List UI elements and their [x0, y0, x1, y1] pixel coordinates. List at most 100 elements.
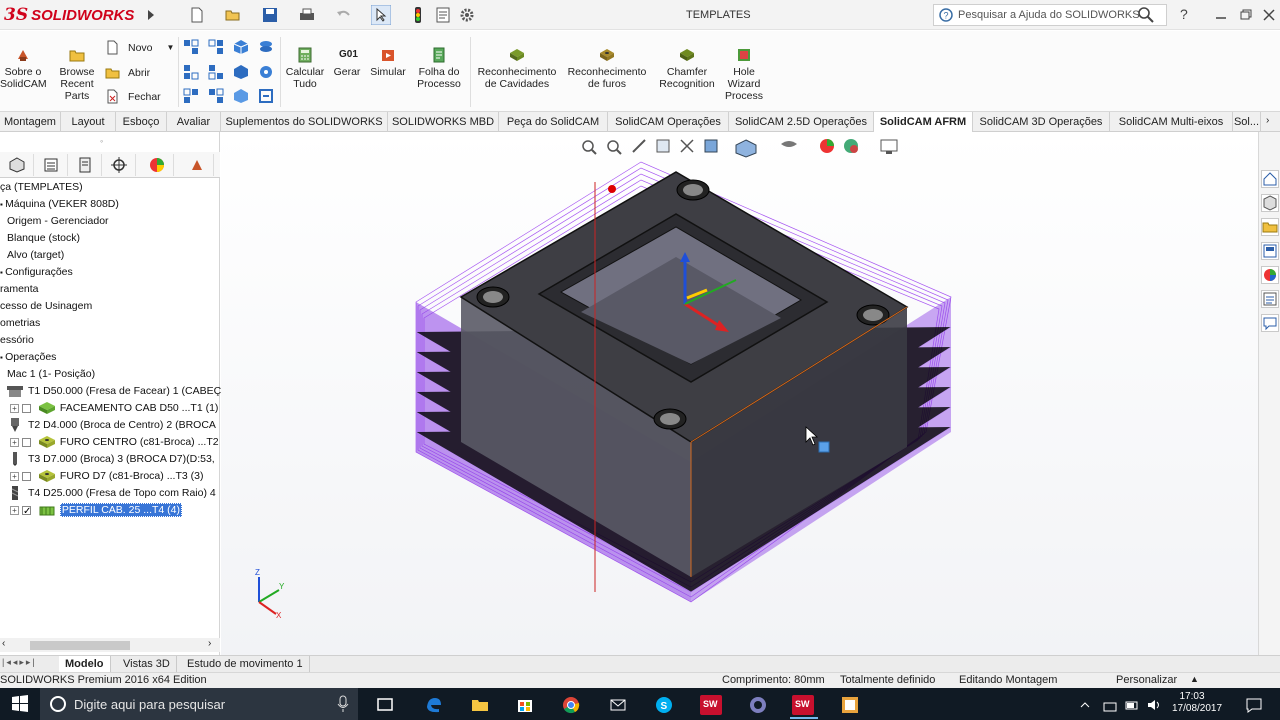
expand-icon[interactable]: +	[10, 505, 19, 515]
cube-icon[interactable]	[233, 88, 249, 104]
tab-esboco[interactable]: Esboço	[116, 112, 167, 132]
fechar-button[interactable]: Fechar	[105, 89, 161, 104]
tree-horizontal-scrollbar[interactable]: ‹ ›	[0, 638, 220, 652]
cube-icon[interactable]	[233, 39, 249, 55]
tree-configurations[interactable]: ▪ Configurações	[0, 264, 73, 281]
tab-montagem[interactable]: Montagem	[0, 112, 61, 132]
tree-origin-manager[interactable]: Origem - Gerenciador	[7, 213, 109, 230]
search-icon[interactable]	[1137, 6, 1155, 24]
tab-display[interactable]	[140, 154, 174, 176]
novo-button[interactable]: Novo ▼	[105, 40, 174, 55]
file-explorer-icon[interactable]	[470, 695, 490, 715]
tree-tools[interactable]: ramenta	[0, 281, 39, 298]
undo-icon[interactable]	[335, 6, 353, 24]
tab-solidcam-operacoes[interactable]: SolidCAM Operações	[608, 112, 729, 132]
tree-geometries[interactable]: ometrias	[0, 315, 40, 332]
tree-tool-t3[interactable]: T3 D7.000 (Broca) 3 (BROCA D7)(D:53,	[6, 451, 215, 468]
tab-solidworks-mbd[interactable]: SOLIDWORKS MBD	[388, 112, 499, 132]
tree-target[interactable]: Alvo (target)	[7, 247, 64, 264]
about-solidcam-button[interactable]: Sobre o SolidCAM	[0, 47, 47, 90]
pattern-icon[interactable]	[208, 39, 224, 55]
tab-modelo[interactable]: Modelo	[59, 656, 111, 672]
start-button[interactable]	[0, 688, 40, 720]
expand-icon[interactable]: +	[10, 403, 19, 413]
calcular-tudo-button[interactable]: Calcular Tudo	[283, 47, 327, 90]
tab-propertymanager[interactable]	[34, 154, 68, 176]
tree-tool-t2[interactable]: T2 D4.000 (Broca de Centro) 2 (BROCA	[6, 417, 216, 434]
traffic-light-icon[interactable]	[409, 6, 427, 24]
skype-icon[interactable]: S	[654, 695, 674, 715]
tab-suplementos[interactable]: Suplementos do SOLIDWORKS	[221, 112, 388, 132]
select-pointer-icon[interactable]	[371, 5, 391, 25]
tab-solidcam-afrm[interactable]: SolidCAM AFRM	[874, 112, 973, 132]
expand-icon[interactable]: +	[10, 437, 19, 447]
graphics-area[interactable]: Z Y X	[221, 132, 1258, 655]
tree-stock[interactable]: Blanque (stock)	[7, 230, 80, 247]
op-checkbox[interactable]	[22, 471, 31, 481]
taskbar-search[interactable]: Digite aqui para pesquisar	[40, 688, 358, 720]
network-icon[interactable]	[1102, 695, 1118, 715]
solidworks-logo[interactable]: 3S SOLIDWORKS	[4, 5, 134, 25]
file-properties-icon[interactable]	[434, 6, 452, 24]
solidworks-active-icon[interactable]: SW	[792, 695, 814, 715]
restore-icon[interactable]	[1237, 6, 1255, 24]
tree-op-furo-centro[interactable]: + FURO CENTRO (c81-Broca) ...T2	[10, 434, 219, 451]
tree-tool-t4[interactable]: T4 D25.000 (Fresa de Topo com Raio) 4	[6, 485, 216, 502]
forum-icon[interactable]	[1261, 314, 1279, 332]
scroll-thumb[interactable]	[30, 641, 130, 650]
solidworks-2016-icon[interactable]: SW	[700, 695, 722, 715]
tab-more[interactable]: Sol...	[1233, 112, 1261, 132]
expand-icon[interactable]: +	[10, 471, 19, 481]
tabs-scroll-right-icon[interactable]: ›	[1266, 115, 1269, 126]
status-customize[interactable]: Personalizar	[1116, 674, 1177, 686]
panel-grip-icon[interactable]: ◦	[100, 136, 103, 146]
save-icon[interactable]	[261, 6, 279, 24]
minimize-icon[interactable]	[1212, 6, 1230, 24]
op-checkbox-checked[interactable]: ✓	[22, 505, 31, 517]
edge-browser-icon[interactable]	[424, 695, 444, 715]
stack-icon[interactable]	[258, 39, 274, 55]
design-library-icon[interactable]	[1261, 194, 1279, 212]
tab-vistas-3d[interactable]: Vistas 3D	[117, 656, 177, 672]
volume-icon[interactable]	[1146, 695, 1164, 715]
mail-icon[interactable]	[608, 695, 628, 715]
tab-featuremanager[interactable]	[0, 154, 34, 176]
op-checkbox[interactable]	[22, 403, 31, 413]
help-search-box[interactable]: ? Pesquisar a Ajuda do SOLIDWORKS	[933, 4, 1167, 26]
tree-op-furo-d7[interactable]: + FURO D7 (c81-Broca) ...T3 (3)	[10, 468, 203, 485]
store-icon[interactable]	[515, 695, 535, 715]
tab-dimxpert[interactable]	[102, 154, 136, 176]
tab-solidcam-25d[interactable]: SolidCAM 2.5D Operações	[729, 112, 874, 132]
tab-configurationmanager[interactable]	[68, 154, 102, 176]
custom-properties-icon[interactable]	[1261, 290, 1279, 308]
simular-button[interactable]: Simular	[367, 47, 409, 78]
heads-up-toolbar[interactable]	[582, 139, 898, 158]
tree-tool-t1[interactable]: T1 D50.000 (Fresa de Facear) 1 (CABEÇ	[6, 383, 221, 400]
microphone-icon[interactable]	[336, 695, 350, 713]
app-circle-icon[interactable]	[748, 695, 768, 715]
abrir-button[interactable]: Abrir	[105, 65, 150, 80]
file-explorer-icon[interactable]	[1261, 218, 1279, 236]
gerar-button[interactable]: G01 Gerar	[330, 47, 364, 78]
pattern-icon[interactable]	[208, 64, 224, 80]
selected-operation-label[interactable]: PERFIL CAB. 25 ...T4 (4)	[59, 503, 182, 517]
tab-solidcam-3d[interactable]: SolidCAM 3D Operações	[973, 112, 1110, 132]
folha-processo-button[interactable]: Folha do Processo	[414, 47, 464, 90]
expand-menu-icon[interactable]	[142, 6, 160, 24]
tree-machining-process[interactable]: cesso de Usinagem	[0, 298, 92, 315]
tray-expand-icon[interactable]	[1078, 695, 1092, 715]
tab-avaliar[interactable]: Avaliar	[167, 112, 221, 132]
reconhecimento-furos-button[interactable]: Reconhecimento de furos	[563, 47, 651, 90]
notifications-icon[interactable]	[1244, 695, 1264, 715]
pattern-icon[interactable]	[183, 64, 199, 80]
print-icon[interactable]	[298, 6, 316, 24]
new-doc-icon[interactable]	[188, 6, 206, 24]
tree-accessories[interactable]: essório	[0, 332, 34, 349]
tab-estudo-movimento[interactable]: Estudo de movimento 1	[181, 656, 310, 672]
task-view-icon[interactable]	[375, 695, 395, 715]
pattern-icon[interactable]	[208, 88, 224, 104]
tree-root-part[interactable]: ça (TEMPLATES)	[0, 179, 83, 196]
tab-solidcam-multieixos[interactable]: SolidCAM Multi-eixos	[1110, 112, 1233, 132]
close-icon[interactable]	[1260, 6, 1278, 24]
help-button[interactable]: ?	[1180, 6, 1188, 22]
